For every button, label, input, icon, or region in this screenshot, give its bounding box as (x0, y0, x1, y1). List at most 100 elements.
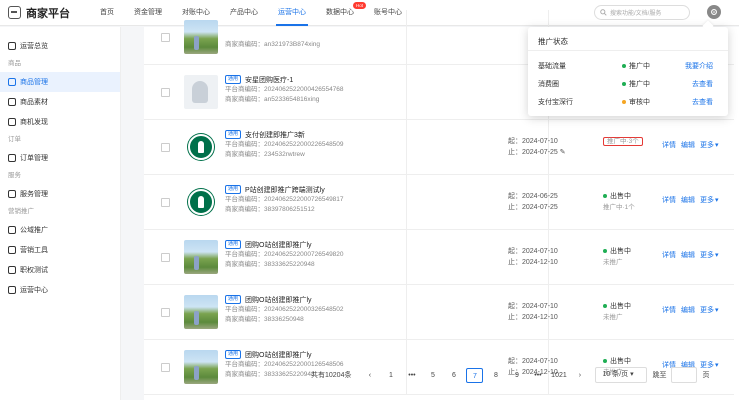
jump-page-input[interactable] (671, 367, 698, 383)
row-checkbox[interactable] (161, 143, 170, 152)
page-number[interactable]: 1021 (550, 368, 567, 383)
page-number[interactable]: 6 (445, 368, 462, 383)
merchant-code: 商家商编码：234532rwtrew (225, 151, 305, 158)
product-name[interactable]: 团购O站创建即推广ly (245, 295, 312, 305)
page-number[interactable]: 9 (508, 368, 525, 383)
sidebar-item[interactable]: 公域推广 (0, 220, 120, 240)
promotion-status[interactable]: 推广中·1个 (603, 204, 635, 211)
menu-item-icon (8, 98, 16, 106)
sidebar-item[interactable]: 商品素材 (0, 92, 120, 112)
product-image (184, 130, 218, 164)
sidebar-item[interactable]: 商品管理 (0, 72, 120, 92)
row-checkbox[interactable] (161, 308, 170, 317)
chevron-down-icon[interactable]: ▾ (715, 142, 719, 149)
brand-logo-icon (188, 134, 214, 160)
sale-period: 起：2024-07-10 止：2024-12-10 (508, 301, 558, 323)
merchant-code: 商家商编码：an5233654816xing (225, 96, 320, 103)
product-tag: 通用 (225, 185, 242, 194)
status-dot (622, 100, 626, 105)
sidebar-item[interactable]: 商机发现 (0, 112, 120, 132)
action-link[interactable]: 详情 (662, 307, 676, 314)
menu-item-icon (8, 246, 16, 254)
product-name[interactable]: 团购O站创建即推广ly (245, 350, 312, 360)
promotion-status[interactable]: 未推广 (603, 314, 623, 321)
action-link[interactable]: 编辑 (681, 197, 695, 204)
ellipsis[interactable]: ••• (529, 368, 546, 383)
action-link[interactable]: 详情 (662, 142, 676, 149)
sidebar-item[interactable]: 营销工具 (0, 240, 120, 260)
page-unit: 页 (702, 372, 710, 379)
promotion-status[interactable]: 推广中·3个 (603, 137, 643, 146)
product-name[interactable]: 支付创建即推广3新 (245, 130, 305, 140)
channel-name: 基础流量 (538, 63, 566, 70)
platform-code: 平台商编码：2024062522000726549820 (225, 251, 344, 258)
row-checkbox[interactable] (161, 88, 170, 97)
prev-page-button[interactable]: ‹ (361, 368, 378, 383)
pagination: 共有10204条 ‹ 1 ••• 5 6 7 8 9 ••• 1021 › 10 条/页 ▾ 跳… (144, 362, 739, 388)
sale-period: 起：2024-06-25 止：2024-07-25 (508, 191, 558, 213)
product-name[interactable]: 安星团购医疗-1 (245, 75, 293, 85)
sidebar-item[interactable]: 职权测试 (0, 260, 120, 280)
status-label: 出售中 (610, 303, 631, 310)
action-link[interactable]: 详情 (662, 252, 676, 259)
channel-status: 审核中 (622, 97, 650, 107)
logo-icon (8, 6, 21, 19)
sidebar-item[interactable]: 服务管理 (0, 184, 120, 204)
product-info: 通用 支付创建即推广3新 平台商编码：2024062522000226548509 商… (225, 129, 400, 160)
merchant-code: 商家商编码：38333625220948 (225, 261, 315, 268)
action-link[interactable]: 更多 (700, 197, 714, 204)
chevron-down-icon[interactable]: ▾ (715, 307, 719, 314)
edit-icon[interactable]: ✎ (560, 149, 566, 156)
row-checkbox[interactable] (161, 253, 170, 262)
menu-item-icon (8, 226, 16, 234)
product-image (184, 20, 218, 54)
action-link[interactable]: 详情 (662, 197, 676, 204)
action-link[interactable]: 编辑 (681, 307, 695, 314)
channel-link[interactable]: 去查看 (692, 79, 713, 89)
action-link[interactable]: 更多 (700, 142, 714, 149)
sidebar-item-label: 公域推广 (20, 227, 48, 234)
chevron-down-icon[interactable]: ▾ (715, 252, 719, 259)
channel-link[interactable]: 去查看 (692, 97, 713, 107)
page-number[interactable]: 5 (424, 368, 441, 383)
status-dot (603, 304, 607, 309)
sidebar-item[interactable]: 运营总览 (0, 36, 120, 56)
product-name[interactable]: P站创建即推广跨端测试ly (245, 185, 325, 195)
page-size-select[interactable]: 10 条/页 ▾ (595, 367, 648, 383)
channel-status: 推广中 (622, 61, 650, 71)
page-number[interactable]: 1 (382, 368, 399, 383)
end-date: 止：2024-12-10 (508, 259, 558, 266)
chevron-down-icon[interactable]: ▾ (715, 197, 719, 204)
promotion-status[interactable]: 未推广 (603, 259, 623, 266)
menu-item-icon (8, 286, 16, 294)
merchant-code: 商家商编码：38336250948 (225, 316, 304, 323)
app-logo[interactable]: 商家平台 (0, 5, 90, 21)
action-link[interactable]: 更多 (700, 307, 714, 314)
channel-link[interactable]: 我要介绍 (685, 61, 713, 71)
sidebar-item[interactable]: 运营中心 (0, 280, 120, 300)
platform-code: 平台商编码：2024062522000726549817 (225, 196, 344, 203)
product-name[interactable]: 团购O站创建即推广ly (245, 240, 312, 250)
row-checkbox[interactable] (161, 33, 170, 42)
sidebar-section-title: 营销推广 (8, 208, 34, 215)
action-link[interactable]: 更多 (700, 252, 714, 259)
ellipsis[interactable]: ••• (403, 368, 420, 383)
sale-status: 出售中未推广 (603, 301, 631, 323)
sidebar-item[interactable]: 订单管理 (0, 148, 120, 168)
promotion-channel-row: 支付宝深行 审核中 去查看 (538, 97, 723, 113)
row-checkbox[interactable] (161, 198, 170, 207)
page-number[interactable]: 8 (487, 368, 504, 383)
platform-code: 平台商编码：2024062522000226548509 (225, 141, 344, 148)
page-number[interactable]: 7 (466, 367, 484, 383)
product-tag: 通用 (225, 130, 242, 139)
channel-status-label: 审核中 (629, 99, 650, 106)
sale-status: 出售中未推广 (603, 246, 631, 268)
product-row: 通用 团购O站创建即推广ly 平台商编码：202406252200032654850… (144, 285, 734, 340)
next-page-button[interactable]: › (571, 368, 588, 383)
action-link[interactable]: 编辑 (681, 142, 695, 149)
status-label: 出售中 (610, 248, 631, 255)
nav-tab[interactable]: 首页 (90, 0, 124, 26)
product-tag: 通用 (225, 295, 242, 304)
action-link[interactable]: 编辑 (681, 252, 695, 259)
product-row: 通用 P站创建即推广跨端测试ly 平台商编码：2024062522000726549… (144, 175, 734, 230)
